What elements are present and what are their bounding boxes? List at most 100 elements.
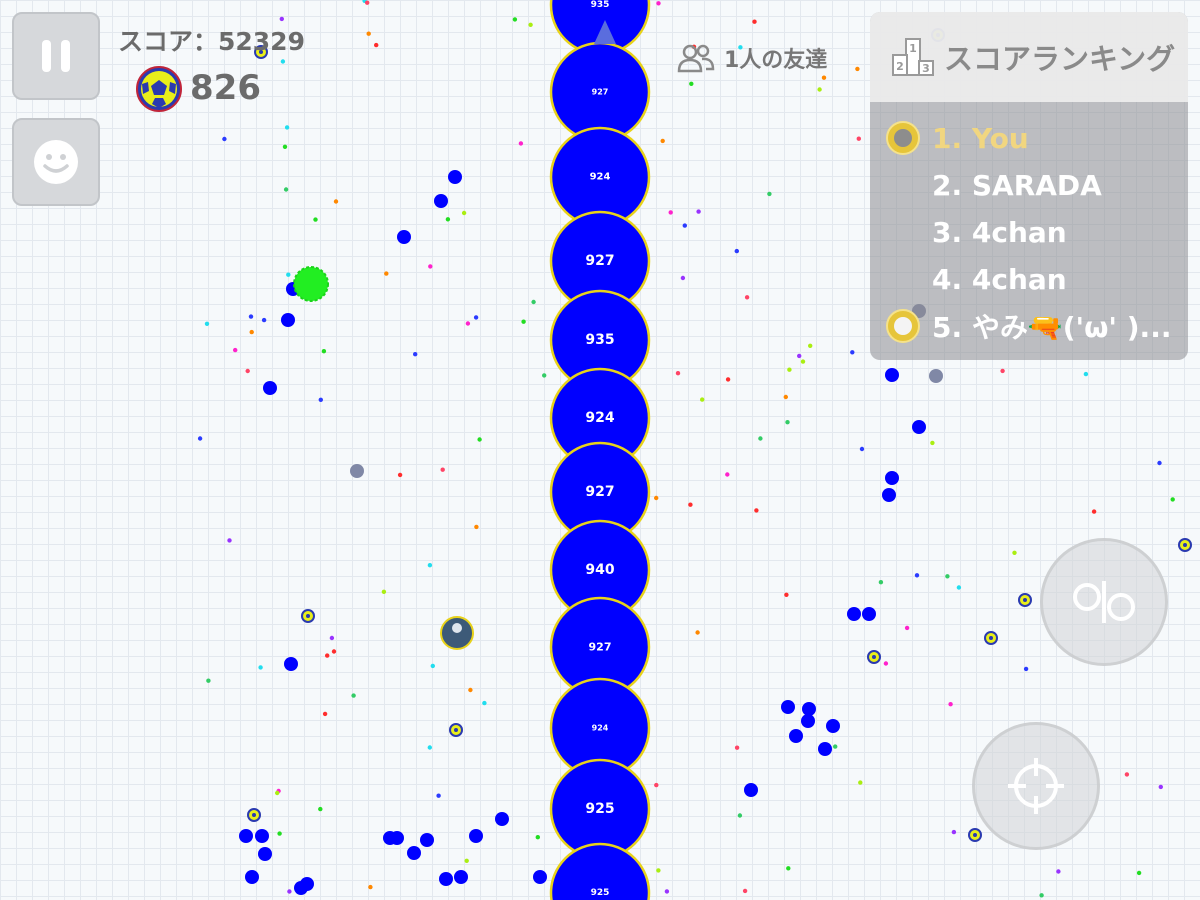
food-pellet xyxy=(381,589,387,594)
food-pellet xyxy=(833,744,838,749)
food-pellet xyxy=(754,508,759,513)
crosshair-icon xyxy=(1008,758,1064,814)
food-pellet xyxy=(428,264,433,269)
virus-cell xyxy=(293,266,329,302)
mass-value: 826 xyxy=(190,68,261,108)
ejected-mass xyxy=(929,369,943,383)
food-pellet xyxy=(1170,497,1175,502)
food-pellet xyxy=(313,217,318,222)
small-cell xyxy=(420,833,434,847)
food-pellet xyxy=(734,745,740,750)
leaderboard-panel[interactable]: 1 2 3 スコアランキング 1. You 2. SARADA 3. 4chan… xyxy=(870,12,1188,360)
food-pellet xyxy=(737,813,743,818)
small-cell xyxy=(390,831,404,845)
cell-mass-label: 924 xyxy=(590,172,611,183)
food-pellet xyxy=(474,524,479,530)
leaderboard-row: 1. You xyxy=(870,116,1188,160)
food-pellet xyxy=(465,321,471,326)
leaderboard-entry-text: 3. 4chan xyxy=(932,215,1067,249)
food-pellet xyxy=(204,321,210,326)
food-pellet xyxy=(477,437,482,442)
cell-mass-label: 940 xyxy=(585,562,614,578)
player-small-cell xyxy=(440,616,474,650)
food-pellet xyxy=(436,793,441,798)
food-pellet xyxy=(808,343,813,348)
food-pellet xyxy=(535,835,540,840)
food-pellet xyxy=(945,574,950,579)
food-pellet xyxy=(1091,509,1097,514)
friends-indicator[interactable]: 1人の友達 xyxy=(676,42,827,74)
player-cell: 925 xyxy=(549,842,651,900)
food-pellet xyxy=(384,271,389,276)
food-pellet xyxy=(783,394,788,400)
small-cell xyxy=(801,714,815,728)
food-pellet xyxy=(785,420,790,425)
food-pellet xyxy=(287,889,292,894)
food-pellet xyxy=(261,317,267,323)
food-pellet xyxy=(656,868,661,873)
split-button[interactable] xyxy=(1040,538,1168,666)
food-pellet xyxy=(277,831,282,836)
food-pellet xyxy=(1158,784,1164,790)
food-pellet xyxy=(542,373,547,378)
pause-button[interactable] xyxy=(12,12,100,100)
leaderboard-row: 3. 4chan xyxy=(870,210,1188,254)
ejected-mass xyxy=(350,464,364,478)
soccer-skin-cell xyxy=(1178,538,1192,552)
food-pellet xyxy=(1124,772,1130,777)
eject-mass-button[interactable] xyxy=(972,722,1100,850)
small-cell xyxy=(439,872,453,886)
food-pellet xyxy=(744,295,750,300)
food-pellet xyxy=(227,538,232,543)
food-pellet xyxy=(197,436,203,441)
leaderboard-header: 1 2 3 スコアランキング xyxy=(870,12,1188,102)
emoji-button[interactable] xyxy=(12,118,100,206)
food-pellet xyxy=(904,625,910,631)
pause-icon xyxy=(42,40,70,72)
cell-mass-label: 927 xyxy=(585,484,614,500)
soccer-skin-cell xyxy=(867,650,881,664)
player-cell-chain: 935 927 924 927 935 924 927 940 927 924 925 925 xyxy=(549,0,651,900)
soccer-skin-cell xyxy=(247,808,261,822)
food-pellet xyxy=(767,191,772,197)
food-pellet xyxy=(325,653,330,658)
food-pellet xyxy=(333,199,339,204)
soccer-skin-cell xyxy=(449,723,463,737)
food-pellet xyxy=(427,745,432,750)
svg-text:3: 3 xyxy=(922,62,930,75)
food-pellet xyxy=(206,678,211,683)
leaderboard-title: スコアランキング xyxy=(944,42,1176,76)
food-pellet xyxy=(689,81,694,87)
food-pellet xyxy=(397,472,403,478)
food-pellet xyxy=(1000,368,1005,374)
player-cell: 927 xyxy=(549,41,651,143)
smiley-icon xyxy=(34,140,78,184)
small-cell xyxy=(300,877,314,891)
food-pellet xyxy=(682,223,687,228)
small-cell xyxy=(744,783,758,797)
food-pellet xyxy=(956,585,962,590)
cell-mass-label: 935 xyxy=(591,0,610,10)
small-cell xyxy=(862,607,876,621)
leaderboard-entry-text: 5. やみ🔫('ω' )... xyxy=(932,311,1172,344)
food-pellet xyxy=(286,272,291,277)
soccer-skin-cell xyxy=(968,828,982,842)
food-pellet xyxy=(883,661,889,666)
food-pellet xyxy=(817,87,822,92)
food-pellet xyxy=(656,1,661,6)
small-cell xyxy=(818,742,832,756)
cell-mass-label: 935 xyxy=(585,332,614,348)
food-pellet xyxy=(914,573,920,578)
small-cell xyxy=(407,846,421,860)
friends-icon xyxy=(677,44,715,73)
food-pellet xyxy=(1136,870,1142,876)
food-pellet xyxy=(282,144,288,149)
small-cell xyxy=(789,729,803,743)
food-pellet xyxy=(856,136,861,141)
food-pellet xyxy=(668,210,673,215)
food-pellet xyxy=(695,630,700,635)
food-pellet xyxy=(245,368,250,374)
food-pellet xyxy=(951,829,957,835)
food-pellet xyxy=(365,0,370,5)
small-cell xyxy=(263,381,277,395)
